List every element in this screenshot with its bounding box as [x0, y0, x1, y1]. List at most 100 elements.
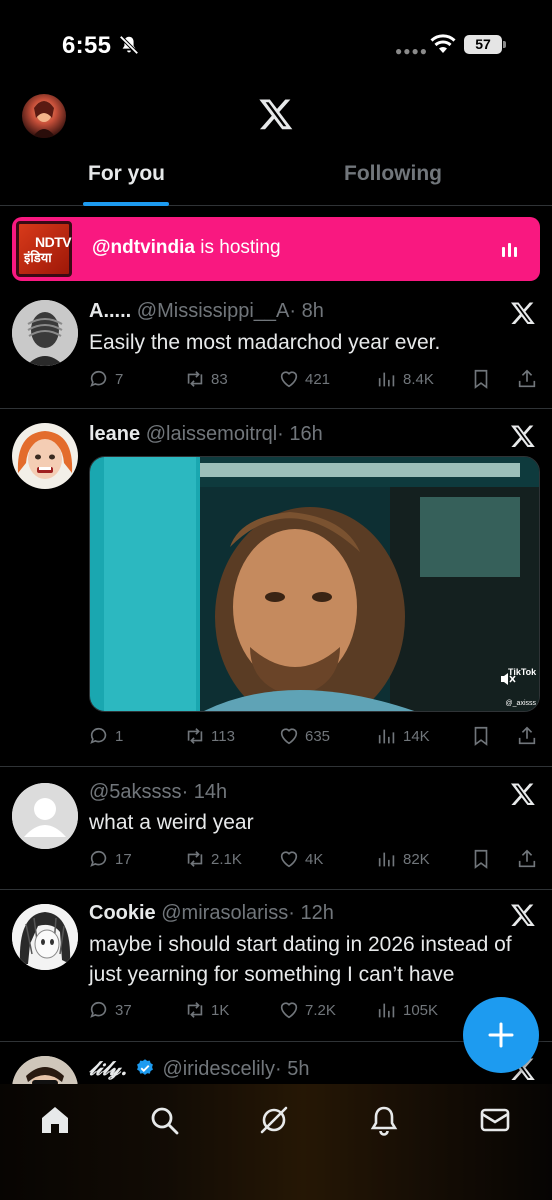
spaces-host: @ndtvindia: [92, 237, 195, 258]
active-tab-indicator: [83, 202, 169, 206]
reply-button[interactable]: 37: [88, 997, 132, 1023]
spaces-banner[interactable]: NDTV इंडिया @ndtvindia is hosting: [12, 217, 540, 281]
tweet-time: · 16h: [277, 423, 323, 445]
share-button[interactable]: [516, 366, 538, 392]
status-time: 6:55: [62, 32, 112, 59]
tweet-video[interactable]: TikTok @_axisss: [89, 456, 540, 712]
views-button[interactable]: 105K: [376, 997, 438, 1023]
x-logo-icon[interactable]: [258, 96, 294, 132]
tab-for-you[interactable]: For you: [88, 162, 165, 186]
tiktok-watermark: TikTok: [508, 667, 537, 677]
x-brand-icon: [510, 904, 535, 927]
bookmark-icon: [474, 849, 488, 869]
x-brand-icon: [510, 425, 535, 448]
tweet-avatar[interactable]: [12, 300, 78, 366]
tweet-author-handle[interactable]: @laissemoitrql: [146, 423, 277, 445]
tweet-author-handle[interactable]: @mirasolariss: [161, 902, 288, 924]
tweet-author-handle[interactable]: @iridescelily: [162, 1058, 275, 1080]
reply-icon: [90, 727, 107, 744]
messages-icon[interactable]: [479, 1104, 511, 1136]
bookmark-button[interactable]: [470, 846, 492, 872]
views-icon: [378, 372, 395, 387]
share-icon: [518, 849, 536, 868]
tweet-author-name[interactable]: Cookie: [89, 902, 156, 924]
video-frame: [90, 457, 539, 711]
like-count: 7.2K: [305, 1001, 336, 1019]
like-count: 4K: [305, 850, 324, 868]
reply-button[interactable]: 17: [88, 846, 132, 872]
bookmark-button[interactable]: [470, 366, 492, 392]
reply-button[interactable]: 7: [88, 366, 123, 392]
repost-button[interactable]: 1K: [184, 997, 229, 1023]
reply-count: 37: [115, 1001, 132, 1019]
share-icon: [518, 369, 536, 388]
tweet-avatar[interactable]: [12, 423, 78, 489]
audio-wave-icon: [502, 243, 518, 257]
tweet-text: Easily the most madarchod year ever.: [89, 331, 441, 354]
profile-avatar[interactable]: [22, 94, 66, 138]
tweet-avatar[interactable]: [12, 783, 78, 849]
tweet-text: maybe i should start dating in 2026 inst…: [89, 930, 541, 990]
like-button[interactable]: 635: [278, 723, 330, 749]
status-bar: 6:55 ●●●● 57: [0, 0, 552, 90]
tweet-text-line: maybe i should start dating in 2026 inst…: [89, 933, 512, 956]
tweet-author-handle[interactable]: @5akssss: [89, 781, 182, 803]
views-count: 82K: [403, 850, 430, 868]
tab-following[interactable]: Following: [344, 162, 442, 186]
battery-icon: 57: [464, 35, 502, 54]
views-count: 105K: [403, 1001, 439, 1019]
tweet-actions: 1 113 635 14K: [88, 723, 540, 749]
notifications-icon[interactable]: [368, 1104, 400, 1136]
reply-icon: [90, 1001, 107, 1018]
like-button[interactable]: 421: [278, 366, 330, 392]
search-icon[interactable]: [148, 1104, 180, 1136]
wifi-icon: [430, 34, 456, 53]
tweet-time: · 14h: [181, 781, 228, 803]
tweet[interactable]: @5akssss· 14h what a weird year 17 2.1K …: [0, 767, 552, 890]
x-brand-icon: [510, 302, 535, 325]
grok-icon[interactable]: [258, 1104, 290, 1136]
tweet-author-handle[interactable]: @Mississippi__A: [137, 300, 290, 322]
tweet-text-line: just yearning for something I can’t have: [89, 963, 455, 986]
reply-count: 17: [115, 850, 132, 868]
tweet-author-name[interactable]: A.....: [89, 300, 131, 322]
repost-button[interactable]: 113: [184, 723, 235, 749]
tweet-avatar[interactable]: [12, 904, 78, 970]
tweet-author-name[interactable]: leane: [89, 423, 140, 445]
tweet-header: A..... @Mississippi__A· 8h: [89, 300, 324, 323]
reply-count: 7: [115, 370, 124, 388]
verified-badge-icon: [136, 1059, 153, 1075]
repost-button[interactable]: 83: [184, 366, 228, 392]
repost-count: 83: [211, 370, 228, 388]
views-button[interactable]: 8.4K: [376, 366, 434, 392]
repost-icon: [187, 851, 203, 867]
views-count: 8.4K: [403, 370, 434, 388]
like-button[interactable]: 4K: [278, 846, 323, 872]
plus-icon: [488, 1022, 514, 1048]
share-button[interactable]: [516, 723, 538, 749]
bookmark-icon: [474, 369, 488, 389]
tweet-header: Cookie @mirasolariss· 12h: [89, 902, 334, 925]
bookmark-button[interactable]: [470, 723, 492, 749]
repost-button[interactable]: 2.1K: [184, 846, 242, 872]
heart-icon: [280, 728, 298, 745]
tweet-time: · 12h: [288, 902, 334, 924]
views-icon: [378, 1003, 395, 1018]
share-button[interactable]: [516, 846, 538, 872]
home-icon[interactable]: [39, 1104, 71, 1136]
tweet-header: @5akssss· 14h: [89, 781, 227, 804]
compose-button[interactable]: [463, 997, 539, 1073]
views-button[interactable]: 14K: [376, 723, 430, 749]
repost-icon: [187, 371, 203, 387]
tweet-time: · 5h: [275, 1058, 310, 1080]
like-count: 421: [305, 370, 331, 388]
views-button[interactable]: 82K: [376, 846, 430, 872]
like-button[interactable]: 7.2K: [278, 997, 336, 1023]
tweet-author-name[interactable]: 𝓁𝒾𝓁𝓎.: [89, 1056, 127, 1080]
tweet[interactable]: A..... @Mississippi__A· 8h Easily the mo…: [0, 292, 552, 409]
reply-button[interactable]: 1: [88, 723, 123, 749]
x-brand-icon: [510, 783, 535, 806]
tweet-time: · 8h: [289, 300, 324, 322]
like-count: 635: [305, 727, 331, 745]
tweet-actions: 17 2.1K 4K 82K: [88, 846, 540, 872]
